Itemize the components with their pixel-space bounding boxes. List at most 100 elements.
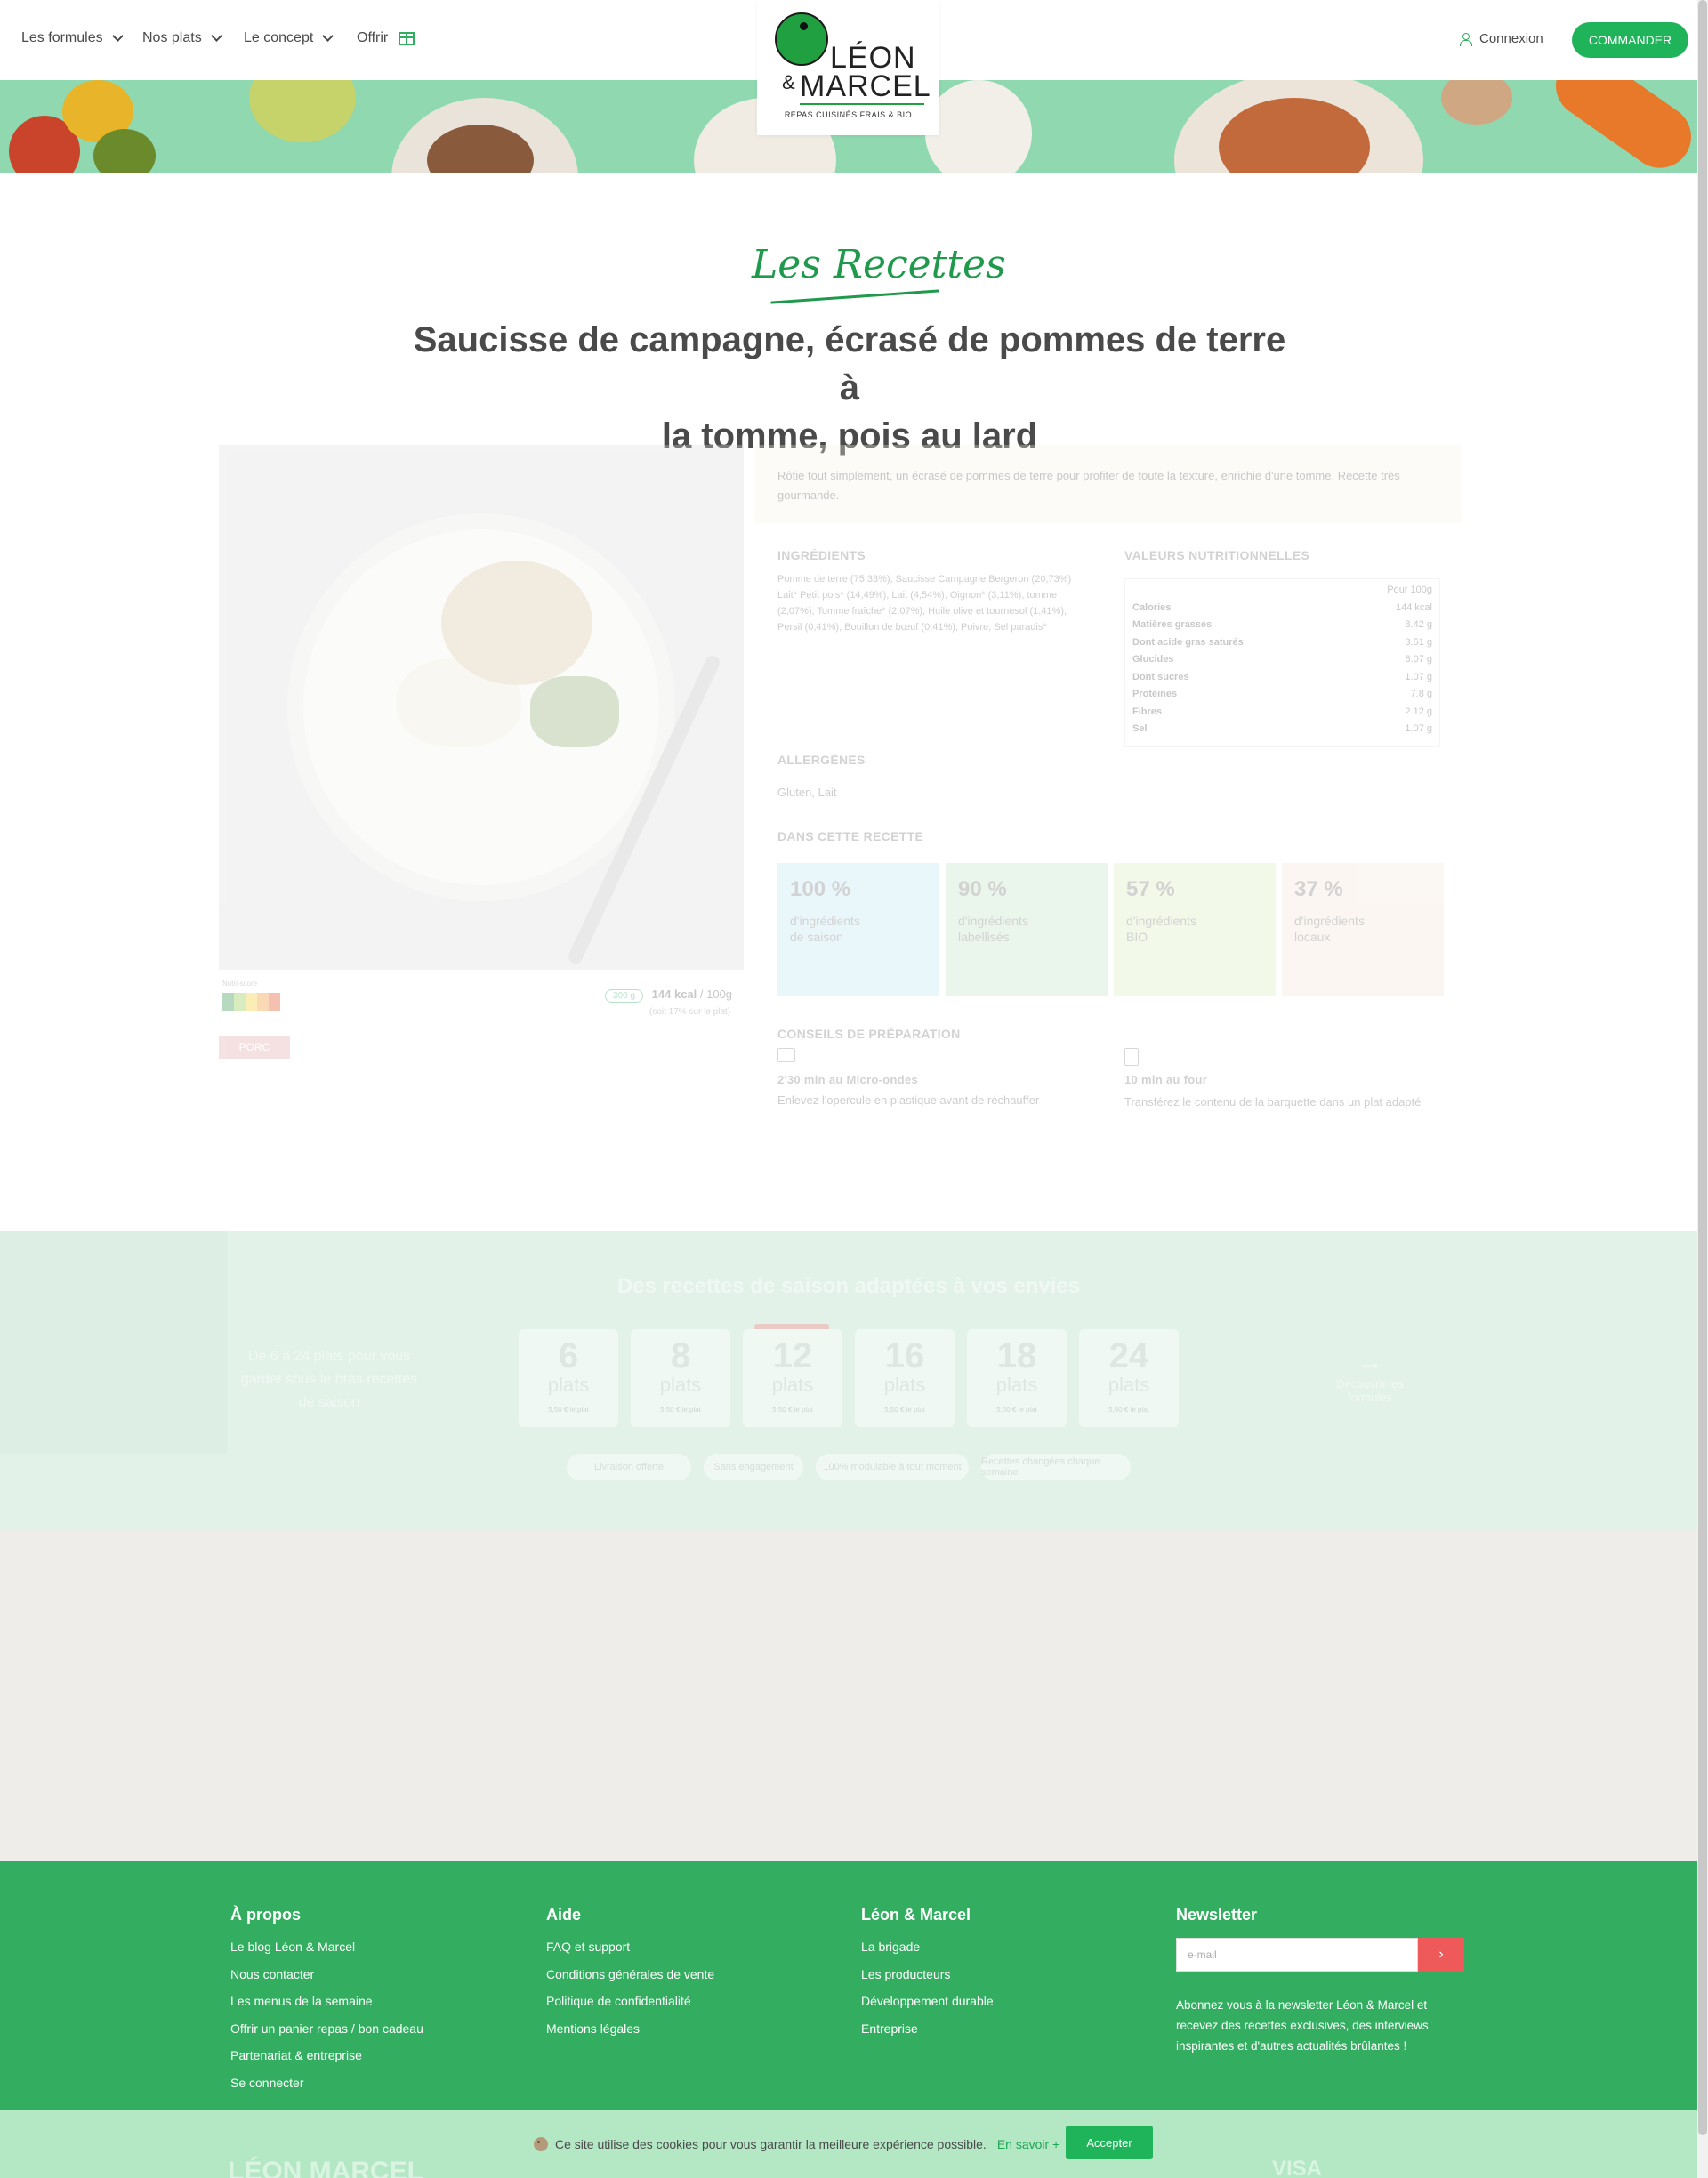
nav-offrir[interactable]: Offrir — [357, 30, 415, 46]
prep-microwave-text: Enlevez l'opercule en plastique avant de… — [777, 1093, 1040, 1107]
plan-option[interactable]: 18 plats 5,50 € le plat — [967, 1329, 1067, 1427]
nav-label: Offrir — [357, 30, 389, 45]
plan-option[interactable]: 12 plats 5,50 € le plat — [743, 1329, 842, 1427]
meat-tag: PORC — [219, 1036, 290, 1059]
plans-left-image — [0, 1231, 227, 1454]
plans-discover-link[interactable]: → Découvrir les formules — [1317, 1347, 1423, 1404]
plans-left-text: De 6 à 24 plats pour vous garder sous le… — [240, 1349, 418, 1410]
footer-link[interactable]: Le blog Léon & Marcel — [230, 1939, 423, 1966]
nav-les-formules[interactable]: Les formules — [21, 30, 124, 46]
in-recipe-title: DANS CETTE RECETTE — [777, 829, 924, 843]
footer-link[interactable]: Les producteurs — [861, 1966, 994, 1994]
nav-label: Nos plats — [142, 30, 202, 45]
nav-label: Le concept — [244, 30, 314, 45]
logo-tagline: REPAS CUISINÉS FRAIS & BIO — [784, 110, 913, 119]
plan-price: 5,50 € le plat — [1108, 1406, 1149, 1414]
stat-label-line2: locaux — [1294, 930, 1331, 944]
nutrition-key: Calories — [1132, 601, 1172, 613]
footer-logo-faded: LÉON MARCEL — [228, 2157, 423, 2178]
plan-option[interactable]: 16 plats 5,50 € le plat — [855, 1329, 955, 1427]
nutrition-value: 1.07 g — [1405, 723, 1432, 734]
footer-col-title: Aide — [546, 1906, 582, 1924]
stat-card-labelled: 90 % d'ingrédients labellisés — [946, 863, 1108, 996]
stat-percent: 57 % — [1126, 877, 1175, 901]
footer-link[interactable]: Conditions générales de vente — [546, 1966, 714, 1994]
stat-card-season: 100 % d'ingrédients de saison — [777, 863, 939, 996]
benefit-chip: Livraison offerte — [567, 1454, 691, 1480]
nav-le-concept[interactable]: Le concept — [244, 30, 334, 46]
newsletter-submit-button[interactable]: › — [1418, 1938, 1464, 1972]
stat-label-line2: BIO — [1126, 930, 1148, 944]
footer-link[interactable]: La brigade — [861, 1939, 994, 1966]
nav-label: Les formules — [21, 30, 103, 45]
nutrition-row: Dont acide gras saturés 3.51 g — [1132, 637, 1432, 655]
site-logo[interactable]: LÉON & MARCEL REPAS CUISINÉS FRAIS & BIO — [757, 0, 939, 135]
newsletter-email-input[interactable]: e-mail — [1176, 1938, 1418, 1972]
footer-link[interactable]: Développement durable — [861, 1993, 994, 2021]
wooden-spoon-image — [1441, 80, 1512, 125]
nutrition-value: 1.07 g — [1405, 671, 1432, 682]
footer-link[interactable]: Mentions légales — [546, 2021, 714, 2048]
cookie-text: Ce site utilise des cookies pour vous ga… — [555, 2137, 987, 2151]
ingredients-text: Pomme de terre (75,33%), Saucisse Campag… — [777, 574, 1072, 633]
footer-link[interactable]: Nous contacter — [230, 1966, 423, 1994]
nav-nos-plats[interactable]: Nos plats — [142, 30, 222, 46]
footer-link[interactable]: FAQ et support — [546, 1939, 714, 1966]
nutriscore-badge — [222, 993, 280, 1011]
footer-link[interactable]: Offrir un panier repas / bon cadeau — [230, 2021, 423, 2048]
recipe-photo — [219, 445, 744, 970]
nutrition-header: Pour 100g — [1132, 585, 1432, 602]
nutrition-value: 8.42 g — [1405, 619, 1432, 630]
nutrition-key: Dont acide gras saturés — [1132, 636, 1244, 648]
tomato-green-image — [93, 129, 156, 173]
nutrition-row: Sel 1.07 g — [1132, 723, 1432, 741]
stat-label-line2: labellisés — [958, 930, 1010, 944]
nutrition-key: Glucides — [1132, 654, 1174, 665]
recipe-details: Nutri-score 300 g 144 kcal / 100g (soit … — [0, 427, 1697, 1210]
login-link[interactable]: Connexion — [1460, 31, 1543, 46]
footer-link[interactable]: Partenariat & entreprise — [230, 2047, 423, 2075]
sausage-image — [441, 561, 592, 685]
logo-mark-icon — [775, 12, 828, 66]
plan-unit: plats — [547, 1374, 590, 1396]
nutrition-title: VALEURS NUTRITIONNELLES — [1124, 548, 1310, 562]
plan-option[interactable]: 6 plats 5,50 € le plat — [519, 1329, 618, 1427]
order-button[interactable]: COMMANDER — [1572, 22, 1688, 58]
footer-col-title: À propos — [230, 1906, 301, 1924]
footer-link[interactable]: Politique de confidentialité — [546, 1993, 714, 2021]
footer-link[interactable]: Se connecter — [230, 2075, 423, 2102]
footer-link[interactable]: Entreprise — [861, 2021, 994, 2048]
footer-col-about: À propos Le blog Léon & Marcel Nous cont… — [230, 1906, 423, 2101]
kcal-sub: (soit 17% sur le plat) — [649, 1007, 731, 1017]
plan-count: 24 — [1108, 1336, 1149, 1375]
kcal-value: 144 kcal — [651, 988, 697, 1001]
nutrition-row: Protéines 7.8 g — [1132, 689, 1432, 706]
cookie-accept-button[interactable]: Accepter — [1066, 2126, 1153, 2159]
benefit-chip: Sans engagement — [704, 1454, 803, 1480]
stat-label: d'ingrédients BIO — [1126, 913, 1263, 945]
plans-content: Des recettes de saison adaptées à vos en… — [0, 1231, 1697, 1529]
footer-link[interactable]: Les menus de la semaine — [230, 1993, 423, 2021]
stat-label-line2: de saison — [790, 930, 843, 944]
plan-price: 5,50 € le plat — [996, 1406, 1037, 1414]
plan-unit: plats — [659, 1374, 702, 1396]
plan-option[interactable]: 8 plats 5,50 € le plat — [631, 1329, 730, 1427]
scrollbar-thumb[interactable] — [1698, 0, 1707, 2135]
plan-option[interactable]: 24 plats 5,50 € le plat — [1079, 1329, 1179, 1427]
nutrition-value: 3.51 g — [1405, 636, 1432, 648]
cookie-learn-more-link[interactable]: En savoir + — [997, 2137, 1059, 2151]
payment-logos-faded: VISA — [1272, 2157, 1323, 2178]
footer-col-help: Aide FAQ et support Conditions générales… — [546, 1906, 714, 2047]
plans-benefits: Livraison offerte Sans engagement 100% m… — [0, 1454, 1697, 1480]
stat-card-local: 37 % d'ingrédients locaux — [1282, 863, 1444, 996]
benefit-chip: 100% modulable à tout moment — [816, 1454, 969, 1480]
cookie-banner: LÉON MARCEL VISA Ce site utilise des coo… — [0, 2110, 1697, 2178]
chevron-down-icon — [111, 30, 124, 42]
cucumber-bowl-image — [249, 80, 356, 142]
nutrition-value: 2.12 g — [1405, 706, 1432, 717]
stat-label: d'ingrédients de saison — [790, 913, 927, 945]
stat-percent: 90 % — [958, 877, 1007, 901]
prep-oven-text: Transférez le contenu de la barquette da… — [1124, 1095, 1422, 1109]
chevron-down-icon — [322, 30, 334, 42]
peas-image — [530, 676, 619, 747]
